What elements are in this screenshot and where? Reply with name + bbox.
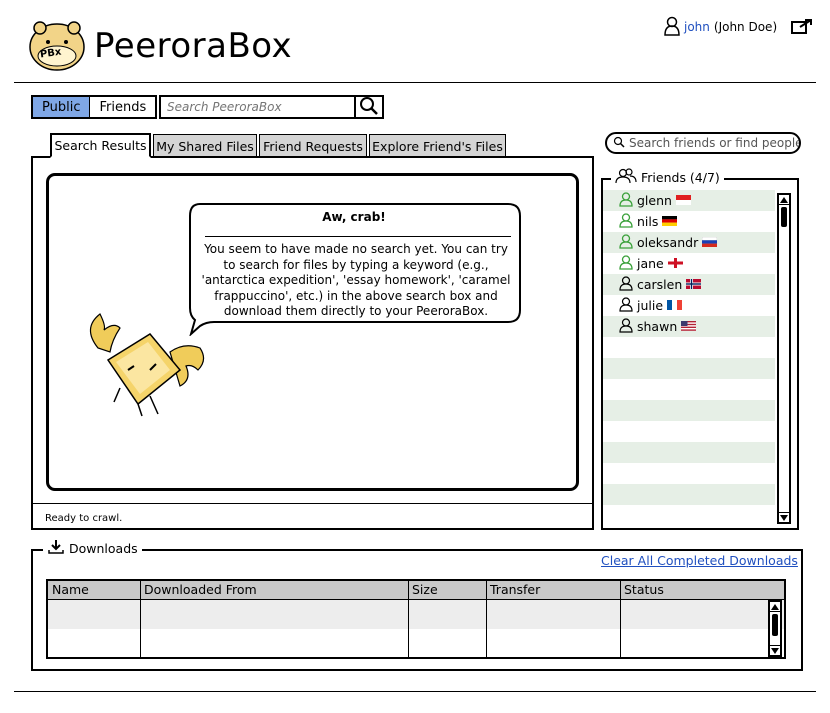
scroll-down-icon[interactable] [779,512,789,522]
status-bar: Ready to crawl. [31,503,594,530]
online-user-icon [619,254,633,273]
scroll-up-icon[interactable] [779,195,789,205]
column-downloaded-from[interactable]: Downloaded From [140,581,261,600]
friend-search-placeholder: Search friends or find people [629,136,801,150]
offline-user-icon [619,317,633,336]
scroll-thumb[interactable] [781,207,787,227]
clear-completed-downloads-link[interactable]: Clear All Completed Downloads [601,553,798,568]
user-icon [664,16,680,39]
friend-name: oleksandr [637,235,699,250]
offline-user-icon [619,275,633,294]
friends-group-icon [615,168,637,187]
column-divider [140,581,141,657]
england-flag-icon [667,256,683,271]
logout-icon[interactable] [791,18,813,37]
friend-row-empty [603,400,775,421]
online-user-icon [619,191,633,210]
friend-name: jane [637,256,664,271]
search-button[interactable] [354,95,384,119]
search-input[interactable] [159,95,355,119]
friend-row-empty [603,505,775,526]
search-icon [613,136,625,151]
friend-search-input[interactable]: Search friends or find people [605,132,801,154]
bubble-divider [205,236,511,237]
empty-state-message: You seem to have made no search yet. You… [201,242,511,318]
scope-friends-button[interactable]: Friends [90,97,156,117]
table-row [48,629,784,658]
friend-row-empty [603,379,775,400]
friend-name: julie [637,298,664,313]
friend-name: nils [637,214,659,229]
user-fullname: (John Doe) [713,20,778,34]
friends-count-label: Friends (4/7) [641,170,720,185]
norway-flag-icon [686,277,702,292]
tab-friend-requests[interactable]: Friend Requests [259,134,367,157]
user-name-link[interactable]: john [684,20,710,34]
app-title: PeeroraBox [94,26,293,66]
friend-row-empty [603,463,775,484]
tab-explore-friends-files[interactable]: Explore Friend's Files [369,134,506,157]
friend-row-empty [603,442,775,463]
header-divider [14,82,816,83]
column-size[interactable]: Size [408,581,442,600]
column-transfer[interactable]: Transfer [486,581,544,600]
crab-mascot-icon [80,308,215,426]
friend-name: carslen [637,277,683,292]
tab-my-shared-files[interactable]: My Shared Files [153,134,257,157]
friend-item-oleksandr[interactable]: oleksandr [603,232,775,253]
russia-flag-icon [702,235,718,250]
search-scope-toggle: Public Friends [31,95,158,119]
online-user-icon [619,233,633,252]
column-divider [408,581,409,657]
friend-list: glenn nils oleksandr jane carslen julie … [603,190,775,526]
table-row [48,600,784,629]
downloads-scrollbar[interactable] [768,600,782,657]
app-logo [26,16,88,74]
downloads-legend: Downloads [43,539,142,558]
search-icon [359,96,379,119]
friend-item-julie[interactable]: julie [603,295,775,316]
scroll-up-icon[interactable] [770,602,780,612]
column-status[interactable]: Status [620,581,668,600]
friend-item-carslen[interactable]: carslen [603,274,775,295]
friend-name: shawn [637,319,678,334]
column-divider [486,581,487,657]
online-user-icon [619,212,633,231]
downloads-table: Name Downloaded From Size Transfer Statu… [46,579,786,659]
friend-row-empty [603,337,775,358]
table-header: Name Downloaded From Size Transfer Statu… [48,581,784,600]
download-icon [47,539,65,558]
scope-public-button[interactable]: Public [33,97,91,117]
germany-flag-icon [662,214,678,229]
friend-item-shawn[interactable]: shawn [603,316,775,337]
indonesia-flag-icon [675,193,691,208]
tab-search-results[interactable]: Search Results [50,133,151,158]
usa-flag-icon [681,319,697,334]
friend-row-empty [603,421,775,442]
user-menu: john (John Doe) [664,15,813,39]
scroll-down-icon[interactable] [770,645,780,655]
friend-row-empty [603,484,775,505]
friends-scrollbar[interactable] [777,193,791,524]
column-divider [620,581,621,657]
france-flag-icon [667,298,683,313]
friends-legend: Friends (4/7) [611,168,724,187]
empty-state-title: Aw, crab! [322,210,386,224]
friend-name: glenn [637,193,672,208]
friend-item-jane[interactable]: jane [603,253,775,274]
downloads-label: Downloads [69,541,138,556]
friend-item-nils[interactable]: nils [603,211,775,232]
friend-item-glenn[interactable]: glenn [603,190,775,211]
friend-row-empty [603,358,775,379]
column-name[interactable]: Name [48,581,93,600]
footer-divider [14,691,816,692]
scroll-thumb[interactable] [772,614,778,636]
offline-user-icon [619,296,633,315]
